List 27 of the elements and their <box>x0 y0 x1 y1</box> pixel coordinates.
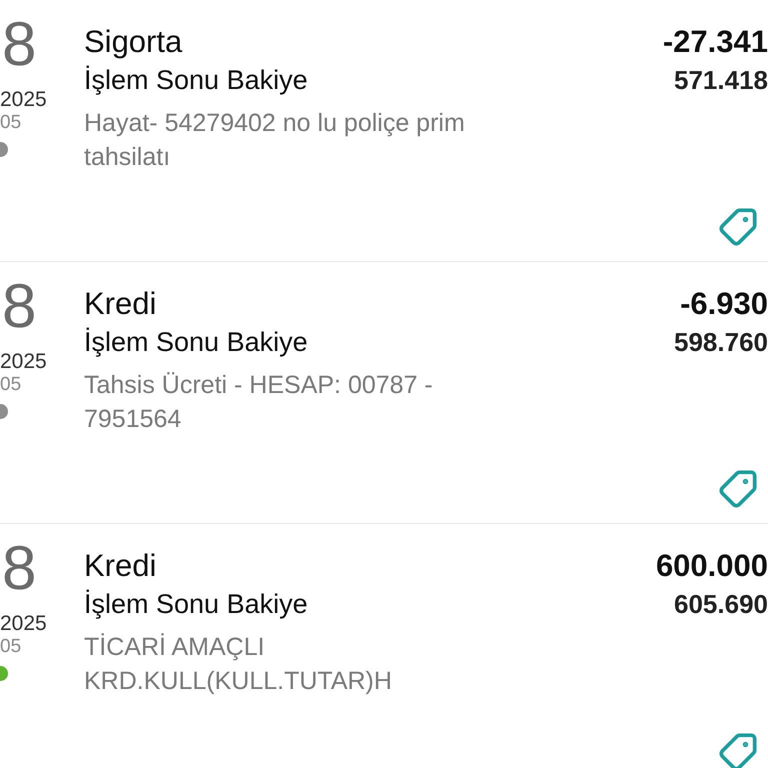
description-text: TİCARİ AMAÇLI KRD.KULL(KULL.TUTAR)H <box>84 632 393 697</box>
time-text: 05 <box>0 374 22 396</box>
category-title: Kredi <box>84 285 158 323</box>
amount-text: 600.000 <box>656 547 768 585</box>
day-number: 8 <box>1 542 36 596</box>
year-text: 2025 <box>0 350 47 374</box>
description-text: Hayat- 54279402 no lu poliçe prim tahsilatı <box>84 108 466 173</box>
tag-icon[interactable] <box>718 469 758 509</box>
category-title: Kredi <box>84 547 158 585</box>
tag-icon[interactable] <box>718 207 758 247</box>
balance-label: İşlem Sonu Bakiye <box>84 64 309 97</box>
description-text: Tahsis Ücreti - HESAP: 00787 - 7951564 <box>84 370 434 435</box>
year-text: 2025 <box>0 88 47 112</box>
balance-label: İşlem Sonu Bakiye <box>84 326 309 359</box>
amount-text: -6.930 <box>680 285 768 323</box>
balance-amount: 605.690 <box>674 588 768 621</box>
tag-icon[interactable] <box>718 732 758 768</box>
balance-amount: 598.760 <box>674 326 768 359</box>
time-text: 05 <box>0 112 22 134</box>
balance-label: İşlem Sonu Bakiye <box>84 588 309 621</box>
time-text: 05 <box>0 636 22 658</box>
year-text: 2025 <box>0 612 47 636</box>
balance-amount: 571.418 <box>674 64 768 97</box>
category-title: Sigorta <box>84 23 184 61</box>
day-number: 8 <box>1 280 36 334</box>
day-number: 8 <box>1 18 36 72</box>
amount-text: -27.341 <box>662 23 768 61</box>
